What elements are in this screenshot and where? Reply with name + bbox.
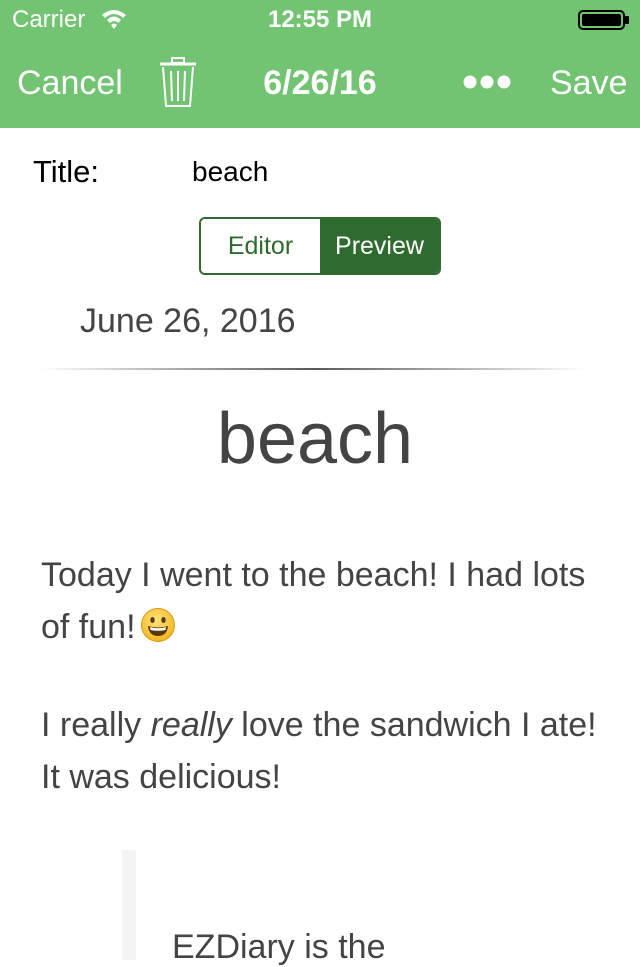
nav-title-date: 6/26/16 <box>263 64 377 102</box>
navigation-bar: Cancel 6/26/16 Save <box>0 40 640 128</box>
paragraph-2-text-before: I really <box>41 706 151 744</box>
status-bar: Carrier 12:55 PM <box>0 0 640 40</box>
title-field[interactable] <box>192 150 612 194</box>
blockquote-text: EZDiary is the <box>172 928 386 966</box>
grinning-face-icon <box>140 608 175 642</box>
battery-full-icon <box>578 10 629 30</box>
preview-paragraph-2: I really really love the sandwich I ate!… <box>41 699 601 803</box>
tab-editor[interactable]: Editor <box>201 219 320 273</box>
top-header: Carrier 12:55 PM Cancel 6/26/16 Save <box>0 0 640 128</box>
editor-preview-toggle: Editor Preview <box>199 217 441 275</box>
blockquote-bar <box>122 850 136 960</box>
title-label: Title: <box>33 154 100 189</box>
title-row: Title: <box>0 150 640 198</box>
preview-divider <box>40 368 586 370</box>
preview-date: June 26, 2016 <box>80 302 296 340</box>
preview-title: beach <box>216 399 414 479</box>
paragraph-1-text: Today I went to the beach! I had lots of… <box>41 556 586 646</box>
paragraph-2-emphasis: really <box>150 706 232 744</box>
save-button[interactable]: Save <box>550 64 628 103</box>
tab-preview[interactable]: Preview <box>320 219 439 273</box>
status-time: 12:55 PM <box>267 6 373 33</box>
preview-paragraph-1: Today I went to the beach! I had lots of… <box>41 549 601 653</box>
ellipsis-icon[interactable] <box>462 74 512 90</box>
